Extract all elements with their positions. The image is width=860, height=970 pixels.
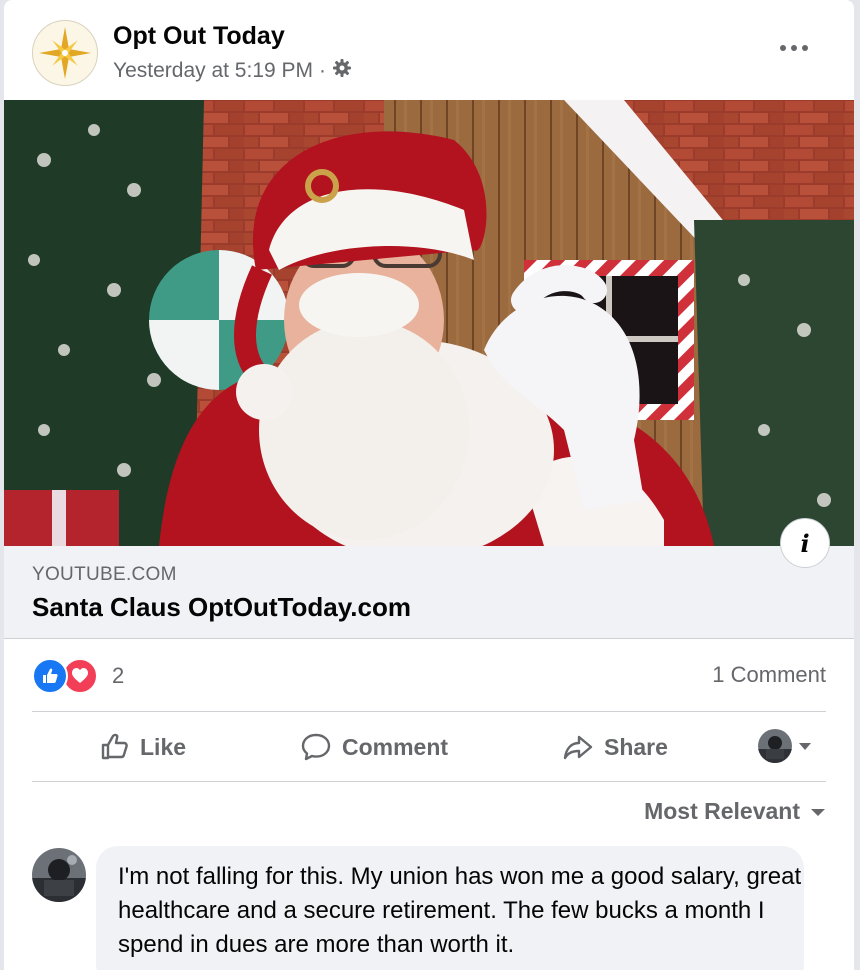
caret-down-icon xyxy=(811,808,825,816)
caret-down-icon xyxy=(799,743,811,750)
comment-count[interactable]: 1 Comment xyxy=(712,662,826,688)
comment-bubble-icon xyxy=(301,733,331,761)
share-button[interactable]: Share xyxy=(562,712,668,782)
link-domain: YOUTUBE.COM xyxy=(32,564,177,585)
comment-sort-dropdown[interactable]: Most Relevant xyxy=(644,798,826,825)
divider xyxy=(32,781,826,782)
reaction-count: 2 xyxy=(112,663,125,688)
post-header: Opt Out Today Yesterday at 5:19 PM · xyxy=(4,0,854,100)
more-options-button[interactable] xyxy=(774,34,814,62)
comment-text: I'm not falling for this. My union has w… xyxy=(118,863,802,958)
post-meta: Yesterday at 5:19 PM · xyxy=(113,58,352,84)
share-arrow-icon xyxy=(563,735,593,760)
user-avatar xyxy=(758,729,792,763)
comment-label: Comment xyxy=(342,733,449,760)
action-bar: Like Comment Share xyxy=(32,712,826,782)
post-timestamp[interactable]: Yesterday at 5:19 PM xyxy=(113,59,313,83)
info-icon: i xyxy=(800,528,810,558)
link-preview[interactable]: YOUTUBE.COM Santa Claus OptOutToday.com … xyxy=(4,518,854,639)
comment-as-selector[interactable] xyxy=(758,729,812,763)
like-button[interactable]: Like xyxy=(100,712,186,782)
page-name[interactable]: Opt Out Today xyxy=(113,22,285,51)
gear-icon[interactable] xyxy=(332,58,352,84)
comment-bubble: I'm not falling for this. My union has w… xyxy=(96,846,804,970)
video-thumbnail[interactable] xyxy=(4,100,854,546)
sort-label: Most Relevant xyxy=(644,798,800,824)
reaction-summary[interactable]: 2 xyxy=(32,656,124,696)
page-avatar[interactable] xyxy=(32,20,98,86)
thumbs-up-icon xyxy=(101,733,128,760)
share-label: Share xyxy=(604,733,668,760)
info-button[interactable]: i xyxy=(780,518,830,568)
commenter-avatar[interactable] xyxy=(32,848,86,902)
comment-button[interactable]: Comment xyxy=(300,712,448,782)
compass-star-icon xyxy=(35,23,95,83)
like-label: Like xyxy=(140,733,187,760)
like-reaction-icon xyxy=(32,658,68,694)
meta-separator: · xyxy=(319,59,327,82)
post-card: Opt Out Today Yesterday at 5:19 PM · YOU… xyxy=(4,0,854,970)
more-horizontal-icon xyxy=(780,45,808,51)
link-title[interactable]: Santa Claus OptOutToday.com xyxy=(32,592,411,623)
santa-video-image xyxy=(4,100,854,546)
